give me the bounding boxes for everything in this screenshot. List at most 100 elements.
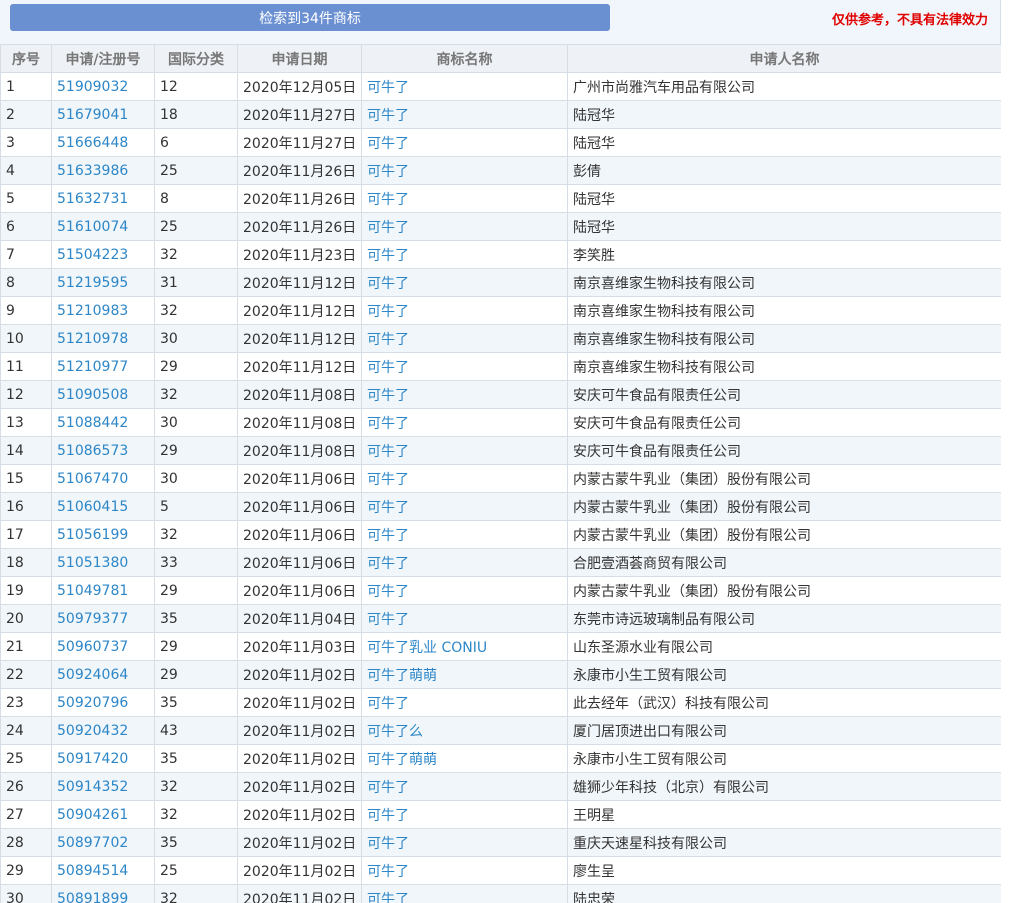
table-row: 22 50924064 29 2020年11月02日 可牛了萌萌 永康市小生工贸有限公司 [0,660,1001,689]
cell-trademark-name[interactable]: 可牛了 [361,240,568,269]
cell-filing-date: 2020年11月06日 [237,464,362,493]
cell-index: 5 [0,184,52,213]
cell-trademark-name[interactable]: 可牛了 [361,128,568,157]
cell-intl-class: 29 [154,632,238,661]
cell-trademark-name[interactable]: 可牛了 [361,576,568,605]
cell-reg-number[interactable]: 50920432 [51,716,155,745]
cell-trademark-name[interactable]: 可牛了 [361,72,568,101]
cell-reg-number[interactable]: 51210977 [51,352,155,381]
cell-reg-number[interactable]: 51219595 [51,268,155,297]
cell-index: 1 [0,72,52,101]
cell-index: 22 [0,660,52,689]
cell-trademark-name[interactable]: 可牛了 [361,100,568,129]
cell-filing-date: 2020年11月02日 [237,660,362,689]
cell-reg-number[interactable]: 51086573 [51,436,155,465]
cell-trademark-name[interactable]: 可牛了 [361,352,568,381]
cell-reg-number[interactable]: 51632731 [51,184,155,213]
cell-filing-date: 2020年11月03日 [237,632,362,661]
cell-trademark-name[interactable]: 可牛了 [361,604,568,633]
cell-trademark-name[interactable]: 可牛了 [361,492,568,521]
cell-reg-number[interactable]: 51067470 [51,464,155,493]
cell-reg-number[interactable]: 50924064 [51,660,155,689]
cell-trademark-name[interactable]: 可牛了 [361,464,568,493]
cell-applicant: 重庆天速星科技有限公司 [567,828,1001,857]
cell-applicant: 廖生呈 [567,856,1001,885]
column-header-applicant[interactable]: 申请人名称 [567,44,1001,73]
cell-reg-number[interactable]: 51666448 [51,128,155,157]
cell-trademark-name[interactable]: 可牛了 [361,436,568,465]
cell-reg-number[interactable]: 50979377 [51,604,155,633]
cell-trademark-name[interactable]: 可牛了 [361,856,568,885]
cell-reg-number[interactable]: 51610074 [51,212,155,241]
column-header-index[interactable]: 序号 [0,44,52,73]
cell-reg-number[interactable]: 51210978 [51,324,155,353]
column-header-filing-date[interactable]: 申请日期 [237,44,362,73]
cell-trademark-name[interactable]: 可牛了 [361,268,568,297]
cell-reg-number[interactable]: 51504223 [51,240,155,269]
table-row: 4 51633986 25 2020年11月26日 可牛了 彭倩 [0,156,1001,185]
cell-reg-number[interactable]: 50894514 [51,856,155,885]
cell-index: 24 [0,716,52,745]
cell-index: 8 [0,268,52,297]
cell-trademark-name[interactable]: 可牛了萌萌 [361,660,568,689]
cell-reg-number[interactable]: 51088442 [51,408,155,437]
cell-trademark-name[interactable]: 可牛了 [361,324,568,353]
cell-trademark-name[interactable]: 可牛了 [361,800,568,829]
cell-reg-number[interactable]: 51056199 [51,520,155,549]
cell-trademark-name[interactable]: 可牛了 [361,296,568,325]
cell-index: 30 [0,884,52,903]
cell-index: 9 [0,296,52,325]
cell-reg-number[interactable]: 51909032 [51,72,155,101]
cell-reg-number[interactable]: 50891899 [51,884,155,903]
column-header-intl-class[interactable]: 国际分类 [154,44,238,73]
cell-trademark-name[interactable]: 可牛了 [361,520,568,549]
cell-reg-number[interactable]: 51633986 [51,156,155,185]
cell-index: 2 [0,100,52,129]
cell-index: 10 [0,324,52,353]
cell-reg-number[interactable]: 51210983 [51,296,155,325]
cell-trademark-name[interactable]: 可牛了 [361,212,568,241]
table-row: 15 51067470 30 2020年11月06日 可牛了 内蒙古蒙牛乳业（集团）股份有… [0,464,1001,493]
cell-reg-number[interactable]: 50914352 [51,772,155,801]
cell-reg-number[interactable]: 50920796 [51,688,155,717]
cell-reg-number[interactable]: 51679041 [51,100,155,129]
cell-reg-number[interactable]: 50904261 [51,800,155,829]
results-table-container: 序号 申请/注册号 国际分类 申请日期 商标名称 申请人名称 1 51909032… [0,44,1001,903]
cell-intl-class: 32 [154,800,238,829]
cell-reg-number[interactable]: 50897702 [51,828,155,857]
table-row: 2 51679041 18 2020年11月27日 可牛了 陆冠华 [0,100,1001,129]
cell-applicant: 南京喜维家生物科技有限公司 [567,324,1001,353]
cell-intl-class: 12 [154,72,238,101]
cell-trademark-name[interactable]: 可牛了 [361,884,568,903]
cell-intl-class: 32 [154,240,238,269]
table-row: 7 51504223 32 2020年11月23日 可牛了 李笑胜 [0,240,1001,269]
table-row: 10 51210978 30 2020年11月12日 可牛了 南京喜维家生物科技有限公司 [0,324,1001,353]
cell-trademark-name[interactable]: 可牛了乳业 CONIU [361,632,568,661]
cell-trademark-name[interactable]: 可牛了么 [361,716,568,745]
table-row: 21 50960737 29 2020年11月03日 可牛了乳业 CONIU 山东圣源水业… [0,632,1001,661]
cell-trademark-name[interactable]: 可牛了 [361,772,568,801]
cell-filing-date: 2020年11月12日 [237,268,362,297]
cell-reg-number[interactable]: 50917420 [51,744,155,773]
cell-trademark-name[interactable]: 可牛了 [361,688,568,717]
result-count-button[interactable]: 检索到34件商标 [10,4,610,31]
cell-reg-number[interactable]: 50960737 [51,632,155,661]
cell-applicant: 安庆可牛食品有限责任公司 [567,408,1001,437]
cell-trademark-name[interactable]: 可牛了 [361,408,568,437]
cell-trademark-name[interactable]: 可牛了 [361,828,568,857]
cell-reg-number[interactable]: 51049781 [51,576,155,605]
table-row: 3 51666448 6 2020年11月27日 可牛了 陆冠华 [0,128,1001,157]
cell-trademark-name[interactable]: 可牛了 [361,548,568,577]
column-header-trademark-name[interactable]: 商标名称 [361,44,568,73]
cell-reg-number[interactable]: 51060415 [51,492,155,521]
cell-trademark-name[interactable]: 可牛了 [361,156,568,185]
cell-trademark-name[interactable]: 可牛了 [361,380,568,409]
cell-filing-date: 2020年11月27日 [237,100,362,129]
cell-reg-number[interactable]: 51051380 [51,548,155,577]
cell-reg-number[interactable]: 51090508 [51,380,155,409]
cell-trademark-name[interactable]: 可牛了萌萌 [361,744,568,773]
cell-trademark-name[interactable]: 可牛了 [361,184,568,213]
cell-intl-class: 25 [154,856,238,885]
column-header-reg-number[interactable]: 申请/注册号 [51,44,155,73]
cell-filing-date: 2020年11月26日 [237,184,362,213]
